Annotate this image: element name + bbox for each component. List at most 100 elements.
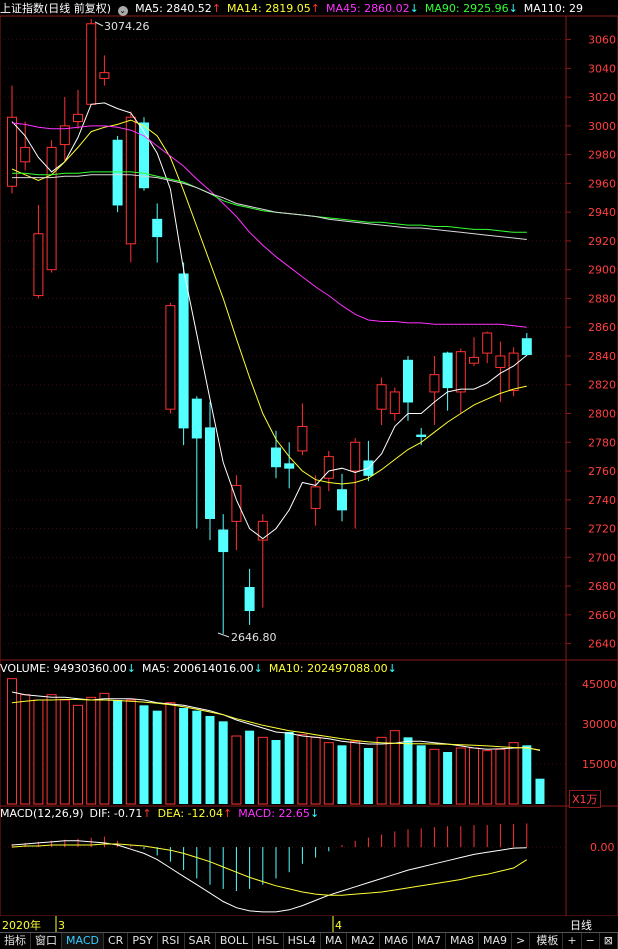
ma-line-ma45 xyxy=(11,122,527,328)
macd-legend-label: DEA: -12.04 xyxy=(157,807,224,820)
volume-bar xyxy=(86,696,97,805)
tab-item[interactable]: MA9 xyxy=(479,933,513,949)
candle-body xyxy=(337,489,347,511)
tab-item[interactable]: 指标 xyxy=(0,933,31,949)
macd-legend-item: MACD: 22.65↓ xyxy=(238,807,319,820)
volume-bar xyxy=(33,699,44,805)
volume-bar xyxy=(522,745,532,804)
tab-item[interactable]: PSY xyxy=(128,933,158,949)
ma-legend-label: MA45: 2860.02 xyxy=(325,2,410,15)
tab-item[interactable]: 模板 xyxy=(532,933,564,949)
price-tick-label: 3060 xyxy=(588,34,616,47)
tab-item[interactable]: SAR xyxy=(185,933,216,949)
price-tick-label: 2660 xyxy=(588,609,616,622)
ma-line-ma5 xyxy=(11,102,528,540)
price-tick-label: 2880 xyxy=(588,292,616,305)
price-tick-label: 2840 xyxy=(588,350,616,363)
volume-bar xyxy=(245,730,255,804)
candle xyxy=(231,475,242,551)
candle-body xyxy=(482,332,493,354)
volume-bar xyxy=(482,750,493,805)
tab-item[interactable]: − xyxy=(582,933,600,949)
collapse-icon[interactable]: ⌄ xyxy=(117,6,128,16)
tab-item[interactable]: > xyxy=(512,933,531,949)
price-tick-label: 2920 xyxy=(588,235,616,248)
volume-bars xyxy=(7,678,545,805)
price-tick-label: 2820 xyxy=(588,379,616,392)
tab-item[interactable]: MA8 xyxy=(446,933,480,949)
tab-item[interactable]: MA7 xyxy=(413,933,447,949)
macd-legend-item: DEA: -12.04↑ xyxy=(158,807,233,820)
volume-bar xyxy=(310,736,321,805)
candle xyxy=(521,332,532,356)
high-annotation: 3074.26 xyxy=(94,20,150,33)
price-tick-label: 2940 xyxy=(588,206,616,219)
price-header: 上证指数(日线 前复权) ⌄ MA5: 2840.52↑ MA14: 2819.0… xyxy=(0,2,618,16)
volume-bar xyxy=(323,742,334,805)
volume-bar xyxy=(125,699,136,805)
volume-bar xyxy=(20,694,31,805)
price-tick-label: 2860 xyxy=(588,321,616,334)
volume-bar xyxy=(389,730,400,805)
volume-bar xyxy=(337,745,347,804)
price-tick-label: 2760 xyxy=(588,465,616,478)
candle xyxy=(310,475,321,526)
volume-legend: VOLUME: 94930360.00↓ MA5: 200614016.00↓ MA… xyxy=(0,662,403,675)
candle-body xyxy=(86,23,97,105)
macd-tick-label: 0.00 xyxy=(590,841,615,854)
tab-item[interactable]: MA xyxy=(321,933,347,949)
indicator-tab-bar: 指标 窗口 MACD CR PSY RSI SAR BOLL HSL HSL4 MA MA2 MA6 MA… xyxy=(0,932,618,949)
tab-item[interactable]: MA6 xyxy=(380,933,413,949)
candle xyxy=(455,348,466,414)
date-axis-bg xyxy=(0,916,618,932)
candle-body xyxy=(165,305,176,410)
candle xyxy=(20,121,31,171)
tab-item[interactable]: ⊠ xyxy=(600,933,618,949)
candle-body xyxy=(455,351,466,393)
volume-bar xyxy=(455,747,466,805)
arrow-down-icon: ↓ xyxy=(508,2,518,15)
price-ma-lines xyxy=(11,102,528,540)
date-label-april: 4 xyxy=(335,919,342,932)
macd-legend: MACD(12,26,9) DIF: -0.71↑ DEA: -12.04↑ MACD… xyxy=(0,807,325,820)
volume-legend-label: MA10: 202497088.00 xyxy=(268,662,388,675)
tab-item[interactable]: MA2 xyxy=(347,933,380,949)
candle-body xyxy=(7,116,17,187)
volume-legend-item: MA5: 200614016.00↓ xyxy=(142,662,263,675)
arrow-up-icon: ↑ xyxy=(223,807,233,820)
candle xyxy=(86,19,97,105)
candle xyxy=(389,387,400,421)
macd-header: MACD(12,26,9) DIF: -0.71↑ DEA: -12.04↑ MACD… xyxy=(0,807,566,821)
tab-item[interactable]: HSL4 xyxy=(284,933,321,949)
candle-body xyxy=(152,218,163,238)
price-axis: 2640 2660 2680 2700 2720 2740 2760 2780 2800 2820… xyxy=(566,34,616,651)
price-tick-label: 2740 xyxy=(588,494,616,507)
candle xyxy=(337,473,347,522)
chart-canvas: 2640 2660 2680 2700 2720 2740 2760 2780 2800 2820… xyxy=(0,15,618,932)
tab-item[interactable]: MACD xyxy=(62,933,104,949)
ma-legend: MA5: 2840.52↑ MA14: 2819.05↑ MA45: 2860.02… xyxy=(135,2,589,15)
volume-tick-label: 30000 xyxy=(582,718,617,731)
candle xyxy=(73,89,83,129)
tab-item[interactable]: HSL xyxy=(253,933,284,949)
candle xyxy=(205,402,215,541)
price-tick-label: 2960 xyxy=(588,177,616,190)
tab-item[interactable]: RSI xyxy=(158,933,185,949)
candle xyxy=(469,337,479,367)
tab-item[interactable]: BOLL xyxy=(216,933,254,949)
arrow-down-icon: ↓ xyxy=(387,662,397,675)
volume-bar xyxy=(443,752,453,804)
tab-item[interactable]: CR xyxy=(104,933,129,949)
candle-body xyxy=(112,139,123,206)
tab-item[interactable]: 窗口 xyxy=(31,933,62,949)
candle-body xyxy=(429,374,440,393)
price-tick-label: 2800 xyxy=(588,408,616,421)
low-annotation: 2646.80 xyxy=(217,631,277,644)
ma-legend-item: MA90: 2925.96↓ xyxy=(425,2,518,15)
candle-body xyxy=(205,427,215,519)
macd-line-dif xyxy=(11,840,527,913)
volume-bar xyxy=(297,734,308,805)
candle-body xyxy=(244,587,255,612)
tab-item[interactable]: + xyxy=(563,933,582,949)
arrow-up-icon: ↑ xyxy=(142,807,152,820)
